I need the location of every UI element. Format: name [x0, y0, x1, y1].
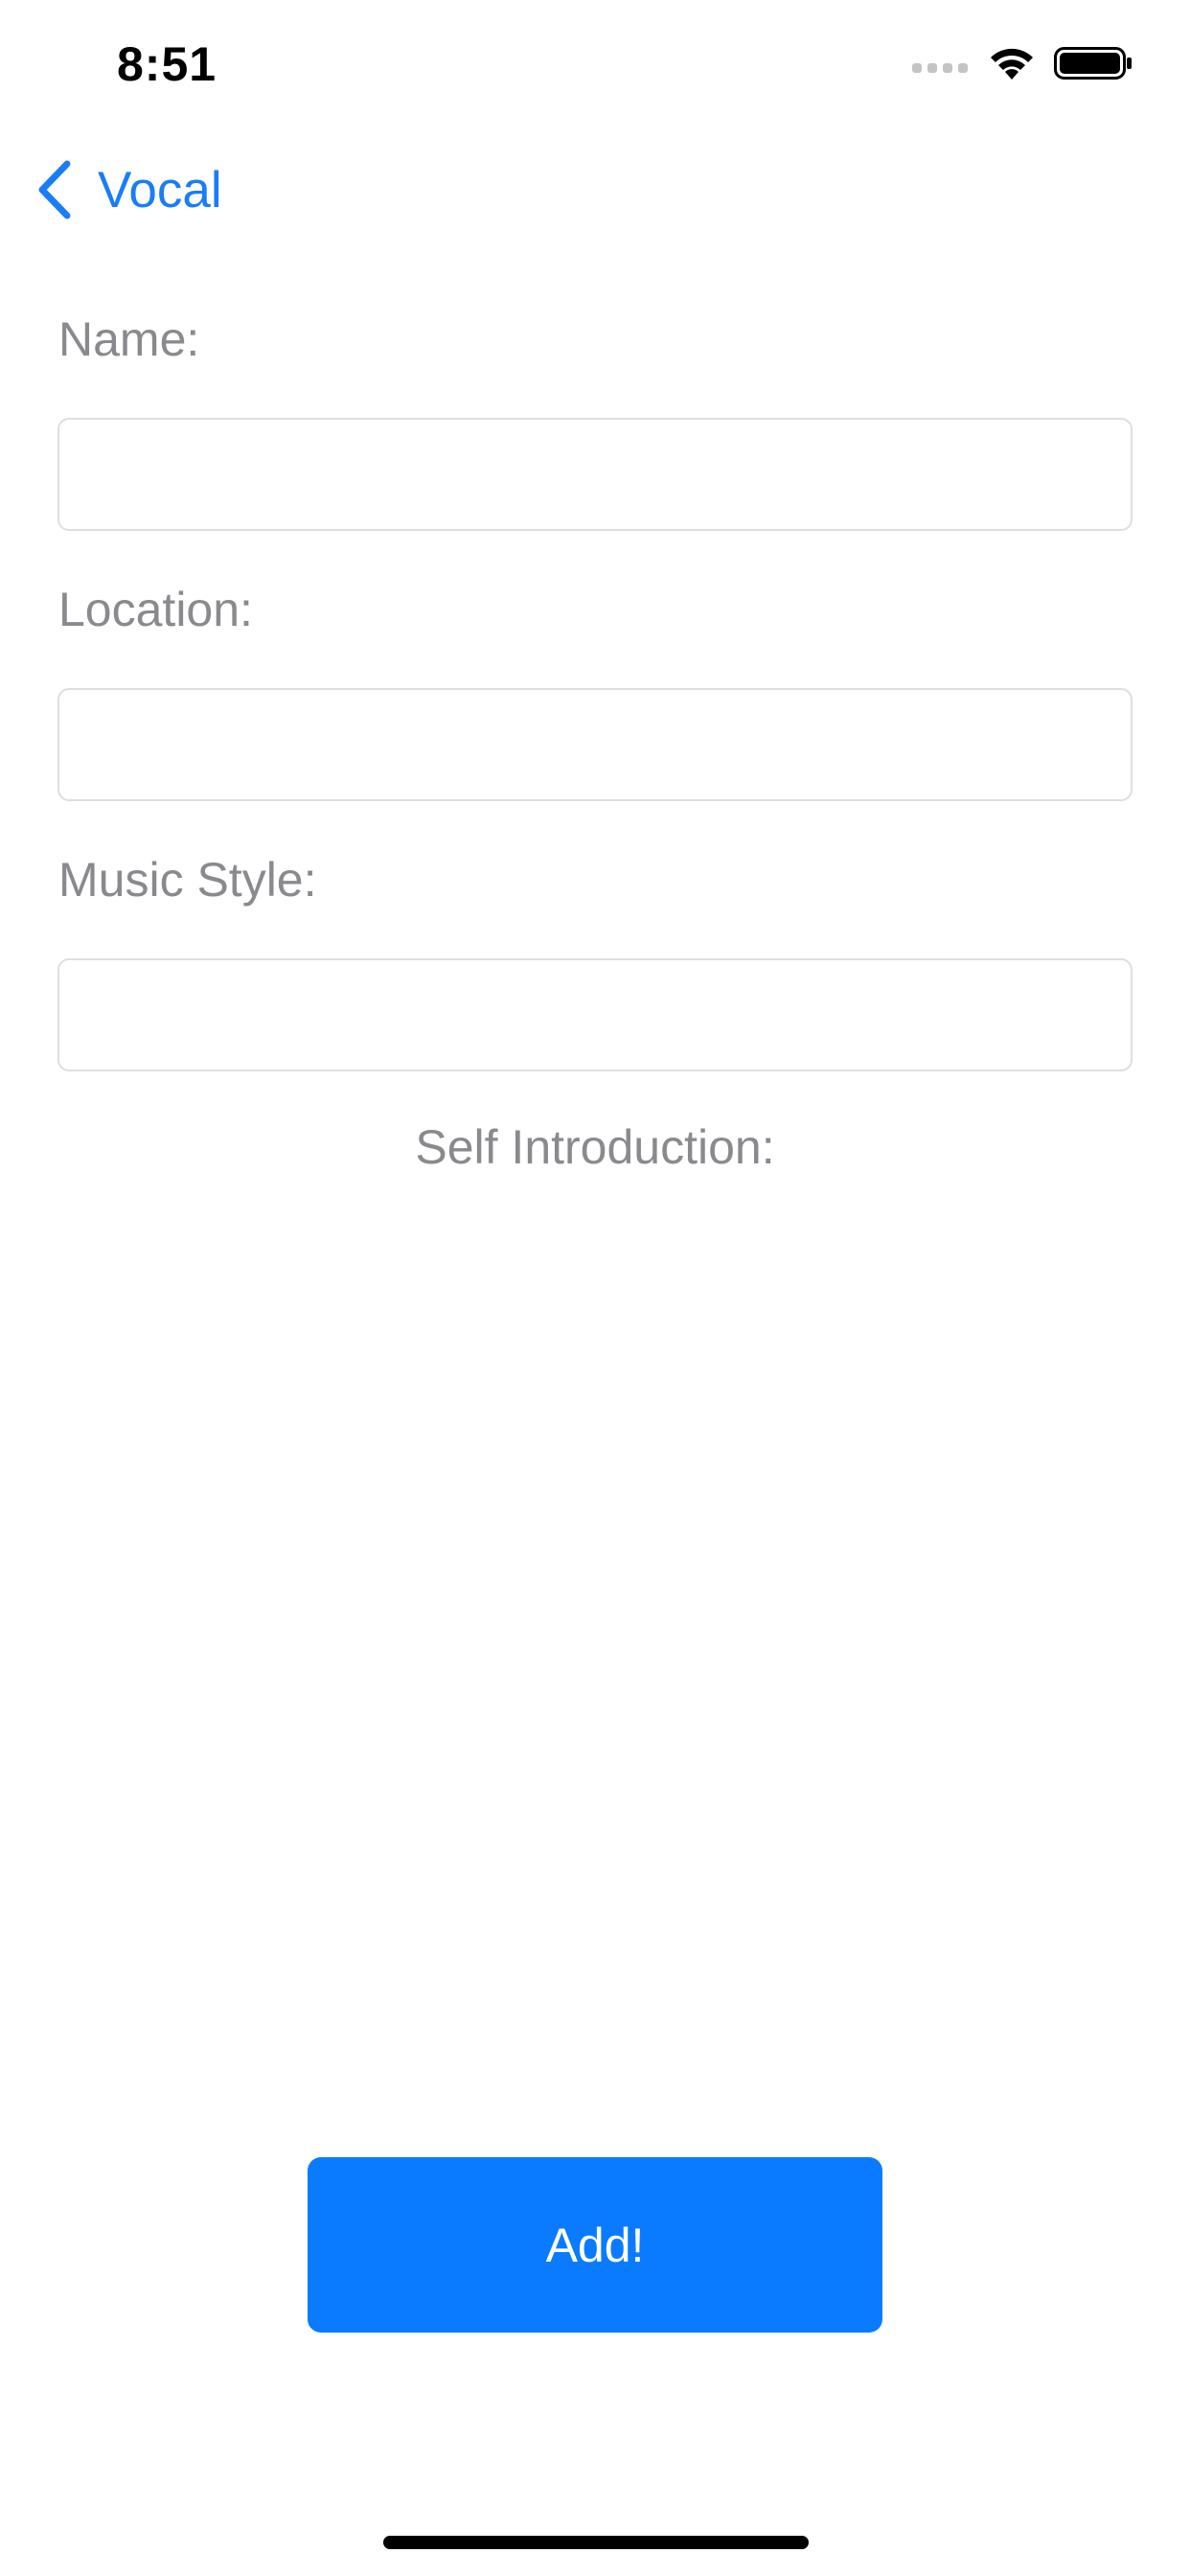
name-label: Name: [58, 312, 200, 366]
self-introduction-label: Self Introduction: [415, 1120, 775, 1174]
back-button[interactable]: Vocal [34, 156, 222, 223]
cellular-signal-icon [912, 54, 968, 73]
music-style-label: Music Style: [58, 853, 317, 907]
home-indicator[interactable] [383, 2536, 809, 2549]
location-field[interactable] [57, 688, 1133, 801]
status-time: 8:51 [117, 37, 217, 91]
battery-icon [1054, 47, 1132, 80]
location-label: Location: [58, 583, 253, 636]
status-icons [912, 44, 1133, 82]
music-style-field[interactable] [57, 958, 1133, 1071]
add-button[interactable]: Add! [308, 2157, 882, 2333]
wifi-icon [991, 48, 1033, 80]
self-introduction-field[interactable] [57, 1198, 1136, 2064]
back-button-label: Vocal [98, 161, 222, 218]
name-field[interactable] [57, 418, 1133, 531]
chevron-left-icon [38, 160, 71, 219]
